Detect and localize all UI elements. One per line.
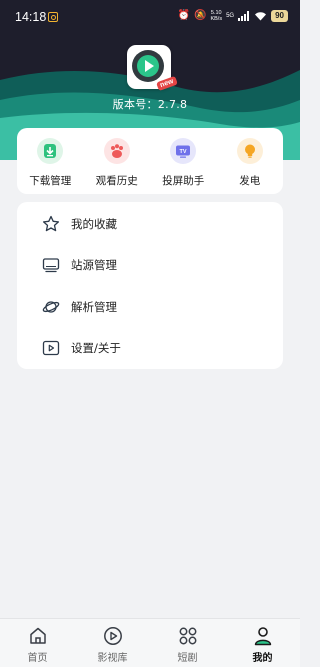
bottom-nav: 首页 影视库 短剧 我的 — [0, 618, 300, 667]
menu-item-settings-about[interactable]: 设置/关于 — [17, 328, 283, 370]
monitor-icon — [41, 255, 61, 275]
battery-indicator: 90 — [271, 10, 288, 22]
nav-label: 首页 — [27, 653, 48, 664]
menu-label: 站源管理 — [71, 258, 117, 273]
grid-icon — [177, 625, 199, 647]
menu-item-parser-manager[interactable]: 解析管理 — [17, 286, 283, 328]
quick-actions-card: 下载管理 观看历史 TV 投屏助手 发电 — [17, 128, 283, 194]
nav-library[interactable]: 影视库 — [75, 619, 150, 667]
nav-short-drama[interactable]: 短剧 — [150, 619, 225, 667]
status-bar: 14:18 ⏰ 🔕 5.10 KB/s 5G 90 — [0, 0, 300, 32]
play-icon — [145, 60, 154, 72]
tv-icon: TV — [170, 138, 197, 164]
home-icon — [27, 625, 49, 647]
version-text: 版本号：2.7.8 — [112, 98, 188, 111]
menu-label: 我的收藏 — [71, 216, 117, 231]
menu-card: 我的收藏 站源管理 解析管理 设置/关于 — [17, 202, 283, 369]
star-icon — [41, 214, 61, 234]
quick-label: 投屏助手 — [162, 175, 205, 187]
nav-label: 影视库 — [97, 653, 128, 664]
menu-label: 解析管理 — [71, 299, 117, 314]
planet-icon — [41, 297, 61, 317]
wifi-icon — [255, 12, 267, 21]
nav-label: 我的 — [252, 653, 273, 664]
mute-icon: 🔕 — [194, 10, 207, 21]
quick-label: 发电 — [239, 175, 261, 187]
play-box-icon — [41, 338, 61, 358]
quick-donate[interactable]: 发电 — [220, 138, 280, 188]
nav-mine[interactable]: 我的 — [225, 619, 300, 667]
notification-app-icon — [48, 12, 58, 22]
menu-label: 设置/关于 — [71, 341, 121, 356]
lightbulb-icon — [236, 138, 263, 164]
signal-icon — [238, 11, 250, 21]
user-icon — [252, 625, 274, 647]
download-icon — [37, 138, 64, 164]
paw-icon — [103, 138, 130, 164]
nav-home[interactable]: 首页 — [0, 619, 75, 667]
nav-label: 短剧 — [177, 653, 198, 664]
status-time: 14:18 — [15, 10, 47, 24]
menu-item-favorites[interactable]: 我的收藏 — [17, 203, 283, 245]
quick-cast-assistant[interactable]: TV 投屏助手 — [153, 138, 213, 188]
quick-label: 观看历史 — [95, 175, 138, 187]
quick-label: 下载管理 — [29, 175, 72, 187]
svg-text:TV: TV — [180, 149, 187, 155]
quick-watch-history[interactable]: 观看历史 — [87, 138, 147, 188]
menu-item-source-manager[interactable]: 站源管理 — [17, 245, 283, 287]
play-circle-icon — [102, 625, 124, 647]
app-logo: new — [127, 45, 178, 92]
net-speed: 5.10 KB/s — [210, 10, 223, 22]
network-type: 5G — [226, 13, 235, 19]
alarm-icon: ⏰ — [177, 10, 190, 21]
quick-download-manager[interactable]: 下载管理 — [20, 138, 80, 188]
